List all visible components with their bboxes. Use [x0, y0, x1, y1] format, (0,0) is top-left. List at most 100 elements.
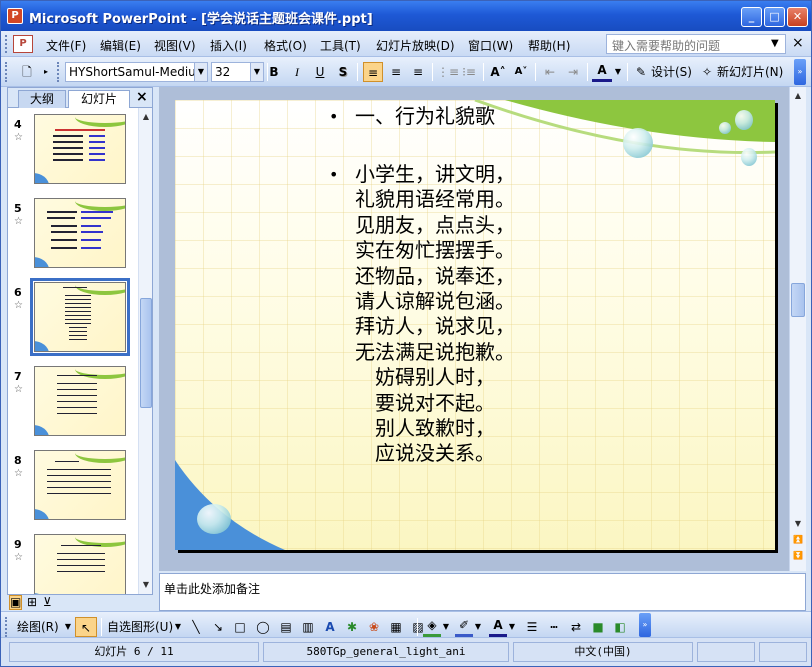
toolbar-options-icon[interactable]: ▸: [41, 62, 51, 82]
increase-font-icon[interactable]: A˄: [488, 62, 508, 82]
clipart-icon[interactable]: ❀: [365, 617, 383, 637]
status-design-template: 580TGp_general_light_ani: [263, 642, 509, 662]
text-color-icon[interactable]: A: [489, 617, 507, 637]
pane-close-icon[interactable]: ×: [136, 89, 148, 105]
new-document-icon[interactable]: 🗋: [17, 62, 37, 82]
line-color-icon[interactable]: ✐: [455, 617, 473, 637]
arrow-style-icon[interactable]: ⇄: [567, 617, 585, 637]
shadow-button[interactable]: S: [334, 62, 352, 82]
autoshapes-dropdown-icon[interactable]: ▼: [173, 617, 183, 637]
help-search-input[interactable]: 键入需要帮助的问题: [606, 34, 786, 54]
design-button[interactable]: 设计(S): [651, 62, 695, 82]
next-slide-icon[interactable]: ⏬: [792, 549, 804, 563]
slide-scrollbar[interactable]: ▲ ▼ ⏫ ⏬: [789, 87, 806, 571]
slide-thumbnail[interactable]: 7 ☆: [8, 360, 138, 440]
picture-icon[interactable]: ▦: [387, 617, 405, 637]
design-icon[interactable]: ✎: [633, 62, 649, 82]
slide-thumbnail[interactable]: 8 ☆: [8, 444, 138, 524]
slideshow-view-icon[interactable]: ⊻: [43, 595, 52, 609]
align-left-icon[interactable]: ≡: [363, 62, 383, 82]
font-color-dropdown-icon[interactable]: ▼: [613, 62, 623, 82]
diagram-icon[interactable]: ✱: [343, 617, 361, 637]
new-slide-button[interactable]: 新幻灯片(N): [717, 62, 789, 82]
normal-view-icon[interactable]: ▣: [9, 595, 23, 610]
menu-format[interactable]: 格式(O): [264, 37, 307, 54]
close-button[interactable]: ✕: [787, 7, 808, 27]
increase-indent-icon[interactable]: ⇥: [563, 62, 583, 82]
maximize-button[interactable]: □: [764, 7, 785, 27]
scroll-up-icon[interactable]: ▲: [792, 89, 804, 103]
scrollbar-thumb[interactable]: [791, 283, 805, 317]
tab-slides[interactable]: 幻灯片: [68, 90, 130, 109]
rectangle-tool-icon[interactable]: □: [231, 617, 249, 637]
dash-style-icon[interactable]: ┅: [545, 617, 563, 637]
align-right-icon[interactable]: ≡: [408, 62, 428, 82]
text-color-dropdown-icon[interactable]: ▼: [507, 617, 517, 637]
line-tool-icon[interactable]: ╲: [187, 617, 205, 637]
oval-tool-icon[interactable]: ◯: [253, 617, 273, 637]
toolbar-grip[interactable]: [5, 62, 11, 82]
scroll-down-icon[interactable]: ▼: [792, 517, 804, 531]
font-color-icon[interactable]: A: [592, 62, 612, 82]
menu-slideshow[interactable]: 幻灯片放映(D): [376, 37, 455, 54]
slide-canvas[interactable]: • 一、行为礼貌歌 • 小学生，讲文明， 礼貌用语经常用。 见朋友，点点头， 实…: [175, 100, 775, 550]
tab-outline[interactable]: 大纲: [18, 90, 66, 108]
underline-button[interactable]: U: [311, 62, 329, 82]
menu-grip[interactable]: [5, 35, 8, 53]
slides-pane-scrollbar[interactable]: ▲ ▼: [138, 108, 152, 594]
fill-color-icon[interactable]: ◈: [423, 617, 441, 637]
slide-sorter-icon[interactable]: ⊞: [27, 595, 37, 609]
3d-style-icon[interactable]: ◧: [611, 617, 629, 637]
arrow-tool-icon[interactable]: ↘: [209, 617, 227, 637]
slide-thumbnail-selected[interactable]: 6 ☆: [8, 276, 138, 356]
textbox-tool-icon[interactable]: ▤: [277, 617, 295, 637]
fill-color-dropdown-icon[interactable]: ▼: [441, 617, 451, 637]
document-icon[interactable]: P: [13, 35, 33, 53]
help-dropdown-icon[interactable]: ▼: [771, 38, 779, 49]
doc-close-icon[interactable]: ×: [792, 35, 804, 51]
scroll-down-icon[interactable]: ▼: [140, 578, 152, 592]
slide-thumbnail[interactable]: 5 ☆: [8, 192, 138, 272]
menu-file[interactable]: 文件(F): [46, 37, 86, 54]
align-center-icon[interactable]: ≡: [386, 62, 406, 82]
previous-slide-icon[interactable]: ⏫: [792, 533, 804, 547]
slide-thumbnail[interactable]: 9 ☆: [8, 528, 138, 594]
numbered-list-icon[interactable]: ⋮≡: [437, 62, 459, 82]
decrease-indent-icon[interactable]: ⇤: [540, 62, 560, 82]
font-size-dropdown-icon[interactable]: ▼: [250, 62, 264, 82]
slide-thumbnail[interactable]: 4 ☆: [8, 108, 138, 188]
bold-button[interactable]: B: [265, 62, 283, 82]
draw-menu-dropdown-icon[interactable]: ▼: [63, 617, 73, 637]
toolbar-grip-2[interactable]: [57, 62, 63, 82]
line-style-icon[interactable]: ☰: [523, 617, 541, 637]
drawbar-overflow-icon[interactable]: »: [639, 613, 651, 637]
shadow-style-icon[interactable]: ■: [589, 617, 607, 637]
autoshapes-button[interactable]: 自选图形(U): [107, 617, 177, 637]
bullet-list-icon[interactable]: ⁝≡: [459, 62, 479, 82]
scroll-up-icon[interactable]: ▲: [140, 110, 152, 124]
font-name-dropdown-icon[interactable]: ▼: [194, 62, 208, 82]
menu-tools[interactable]: 工具(T): [320, 37, 361, 54]
draw-menu-button[interactable]: 绘图(R): [17, 617, 67, 637]
minimize-button[interactable]: _: [741, 7, 762, 27]
slide-text-box[interactable]: • 一、行为礼貌歌 • 小学生，讲文明， 礼貌用语经常用。 见朋友，点点头， 实…: [329, 104, 749, 467]
font-size-combo[interactable]: 32: [211, 62, 251, 82]
select-cursor-icon[interactable]: ↖: [75, 617, 97, 637]
menu-window[interactable]: 窗口(W): [468, 37, 513, 54]
scrollbar-thumb[interactable]: [140, 298, 152, 408]
menu-insert[interactable]: 插入(I): [210, 37, 247, 54]
new-slide-icon[interactable]: ✧: [699, 62, 715, 82]
menu-edit[interactable]: 编辑(E): [100, 37, 141, 54]
wordart-icon[interactable]: A: [321, 617, 339, 637]
font-name-combo[interactable]: HYShortSamul-Mediu: [65, 62, 195, 82]
line-color-dropdown-icon[interactable]: ▼: [473, 617, 483, 637]
menu-view[interactable]: 视图(V): [154, 37, 196, 54]
vertical-textbox-icon[interactable]: ▥: [299, 617, 317, 637]
toolbar-overflow-icon[interactable]: »: [794, 59, 806, 85]
italic-button[interactable]: I: [288, 62, 306, 82]
powerpoint-app-icon[interactable]: P: [7, 8, 23, 24]
notes-pane[interactable]: 单击此处添加备注: [159, 573, 806, 611]
toolbar-grip[interactable]: [5, 617, 11, 637]
menu-help[interactable]: 帮助(H): [528, 37, 570, 54]
decrease-font-icon[interactable]: A˅: [511, 62, 531, 82]
